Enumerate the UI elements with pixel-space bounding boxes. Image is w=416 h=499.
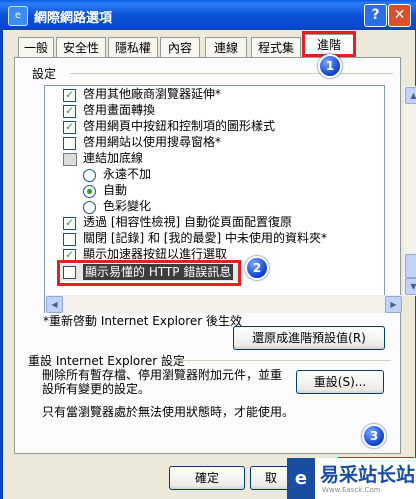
scroll-up-icon[interactable]: ▲ xyxy=(405,87,416,104)
radio-off-icon[interactable] xyxy=(83,169,96,182)
tab-security[interactable]: 安全性 xyxy=(56,37,106,58)
close-button[interactable]: ✕ xyxy=(388,4,411,27)
ok-button[interactable]: 確定 xyxy=(169,466,245,490)
horizontal-scrollbar[interactable]: ◀ ▶ xyxy=(45,295,403,313)
checkbox-unchecked-icon[interactable] xyxy=(63,137,76,150)
reset-divider xyxy=(170,360,391,361)
tab-programs[interactable]: 程式集 xyxy=(251,37,301,58)
radio-on-icon[interactable] xyxy=(83,185,96,198)
vertical-scrollbar[interactable]: ▲ ▼ xyxy=(403,86,416,296)
setting-search-pane: 啓用網站以使用搜尋窗格* xyxy=(83,135,222,149)
title-bar: e 網際網路選項 ? ✕ xyxy=(0,0,416,30)
http-errors-highlight xyxy=(57,260,241,286)
reset-section-title: 重設 Internet Explorer 設定 xyxy=(28,354,186,368)
watermark: e 易采站长站 Www.Easck.Com xyxy=(287,458,416,499)
setting-page-transitions: 啓用畫面轉換 xyxy=(83,103,156,117)
checkbox-checked-icon[interactable]: ✓ xyxy=(63,89,76,102)
reset-note: 只有當瀏覽器處於無法使用狀態時，才能使用。 xyxy=(42,405,295,419)
tab-general[interactable]: 一般 xyxy=(18,37,54,58)
step-1-marker: 1 xyxy=(318,54,342,78)
step-2-marker: 2 xyxy=(245,256,269,280)
tab-content[interactable]: 內容 xyxy=(160,37,200,58)
ie-icon: e xyxy=(8,6,28,26)
scroll-right-icon[interactable]: ▶ xyxy=(385,296,402,313)
scroll-down-icon[interactable]: ▼ xyxy=(405,278,416,295)
scroll-left-icon[interactable]: ◀ xyxy=(46,296,63,313)
setting-third-party-extensions: 啓用其他廠商瀏覽器延伸* xyxy=(83,87,222,101)
checkbox-unchecked-icon[interactable] xyxy=(63,233,76,246)
tab-privacy[interactable]: 隱私權 xyxy=(108,37,158,58)
radio-auto: 自動 xyxy=(103,183,128,197)
tab-connections[interactable]: 連線 xyxy=(205,37,247,58)
checkbox-checked-icon[interactable]: ✓ xyxy=(63,121,76,134)
reset-button[interactable]: 重設(S)... xyxy=(296,370,384,394)
window-title: 網際網路選項 xyxy=(34,11,113,26)
radio-color-change: 色彩變化 xyxy=(103,199,152,213)
radio-never: 永遠不加 xyxy=(103,167,152,181)
scroll-thumb[interactable] xyxy=(405,254,416,278)
radio-off-icon[interactable] xyxy=(83,201,96,214)
restart-note: *重新啓動 Internet Explorer 後生效 xyxy=(43,314,243,328)
settings-divider xyxy=(70,73,393,74)
reset-description: 刪除所有暫存檔、停用瀏覽器附加元件，並重設所有變更的設定。 xyxy=(42,368,283,396)
checkbox-checked-icon[interactable]: ✓ xyxy=(63,105,76,118)
help-button[interactable]: ? xyxy=(364,4,387,27)
checkbox-checked-icon[interactable]: ✓ xyxy=(63,217,76,230)
setting-compat-view: 透過 [相容性檢視] 自動從頁面配置復原 xyxy=(83,215,292,229)
watermark-text: 易采站长站 xyxy=(320,464,416,486)
setting-visual-styles: 啓用網頁中按鈕和控制項的圖形樣式 xyxy=(83,119,276,133)
watermark-url: Www.Easck.Com xyxy=(322,486,381,494)
settings-group-title: 設定 xyxy=(32,67,57,81)
category-icon xyxy=(63,153,77,166)
watermark-logo-icon: e xyxy=(287,458,315,499)
step-3-marker: 3 xyxy=(362,424,386,448)
setting-underline-links: 連結加底線 xyxy=(83,151,144,165)
setting-close-unused-folders: 關閉 [記錄] 和 [我的最愛] 中未使用的資料夾* xyxy=(83,231,327,245)
cancel-button[interactable]: 取 xyxy=(250,466,292,490)
restore-defaults-button[interactable]: 還原成進階預設值(R) xyxy=(233,326,385,350)
